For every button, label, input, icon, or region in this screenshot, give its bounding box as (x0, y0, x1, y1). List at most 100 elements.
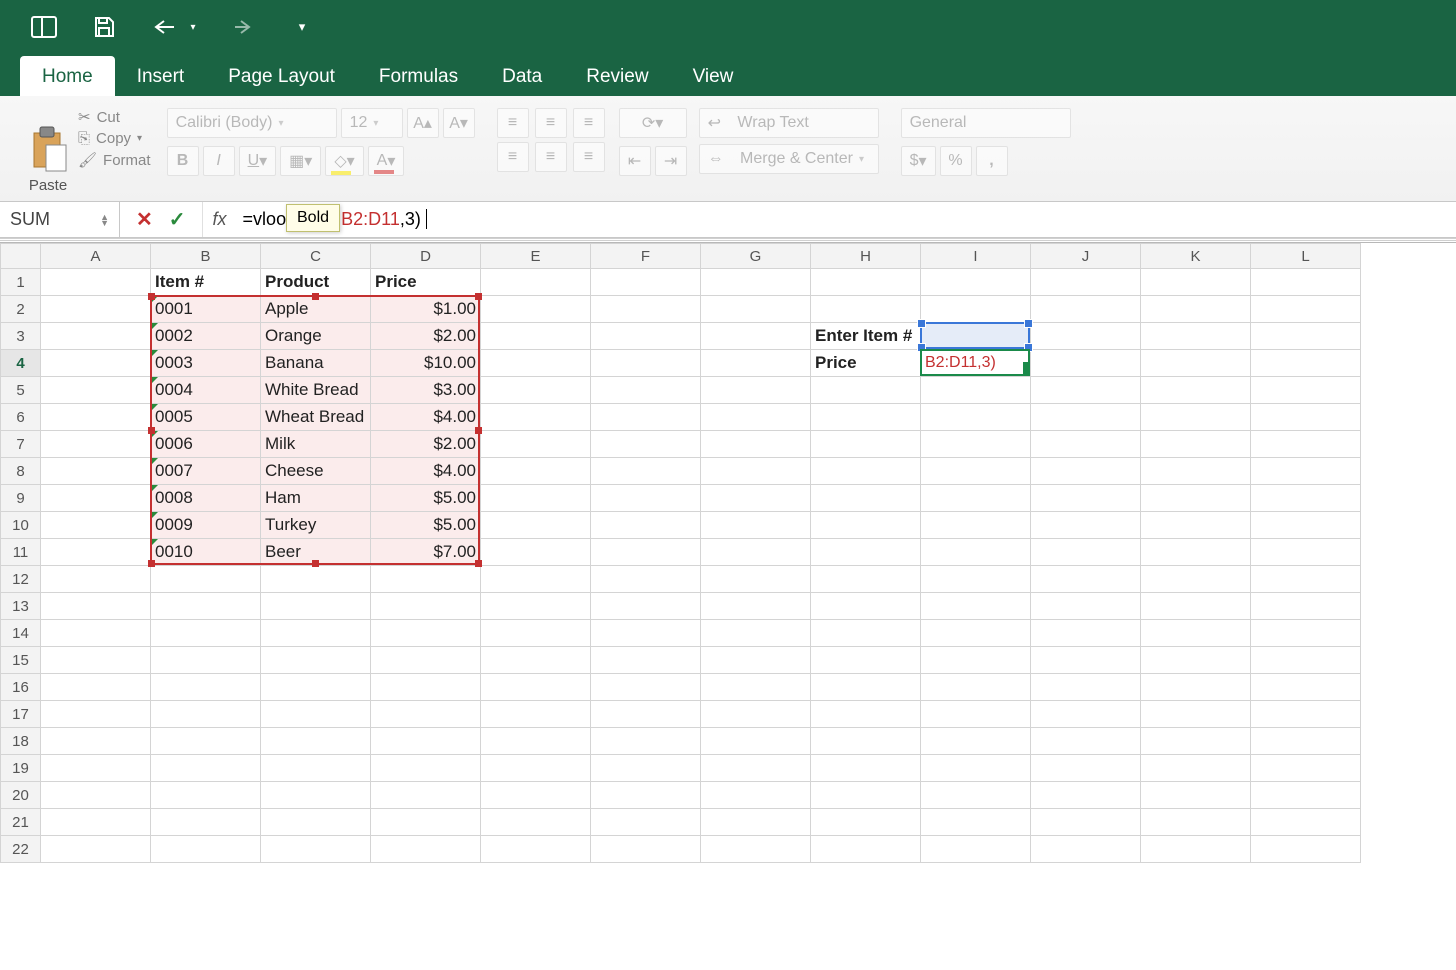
cell-B2[interactable]: 0001 (151, 296, 261, 323)
cell-I16[interactable] (921, 674, 1031, 701)
row-header-16[interactable]: 16 (1, 674, 41, 701)
cell-K9[interactable] (1141, 485, 1251, 512)
col-header-H[interactable]: H (811, 244, 921, 269)
orientation-button[interactable]: ⟳ ▾ (619, 108, 687, 138)
cell-A6[interactable] (41, 404, 151, 431)
cell-E14[interactable] (481, 620, 591, 647)
redo-icon[interactable] (226, 11, 258, 43)
cell-A13[interactable] (41, 593, 151, 620)
decrease-indent-button[interactable]: ⇤ (619, 146, 651, 176)
cell-L15[interactable] (1251, 647, 1361, 674)
cell-I1[interactable] (921, 269, 1031, 296)
cell-F18[interactable] (591, 728, 701, 755)
cell-E7[interactable] (481, 431, 591, 458)
col-header-G[interactable]: G (701, 244, 811, 269)
cell-H1[interactable] (811, 269, 921, 296)
align-right-button[interactable]: ≡ (573, 142, 605, 172)
cell-I3[interactable] (921, 323, 1031, 350)
cell-A17[interactable] (41, 701, 151, 728)
row-header-11[interactable]: 11 (1, 539, 41, 566)
cell-G11[interactable] (701, 539, 811, 566)
cell-B3[interactable]: 0002 (151, 323, 261, 350)
font-color-button[interactable]: A ▾ (368, 146, 405, 176)
cell-F13[interactable] (591, 593, 701, 620)
tab-formulas[interactable]: Formulas (357, 56, 480, 96)
cancel-formula-button[interactable]: ✕ (136, 207, 153, 232)
cell-A3[interactable] (41, 323, 151, 350)
cell-J8[interactable] (1031, 458, 1141, 485)
cell-G10[interactable] (701, 512, 811, 539)
copy-button[interactable]: ⎘Copy▾ (78, 130, 151, 147)
merge-center-button[interactable]: ⇔ Merge & Center▾ (699, 144, 879, 174)
spreadsheet-grid[interactable]: ABCDEFGHIJKL1Item #ProductPrice20001Appl… (0, 243, 1456, 863)
col-header-I[interactable]: I (921, 244, 1031, 269)
cell-C21[interactable] (261, 809, 371, 836)
cell-B18[interactable] (151, 728, 261, 755)
cell-E5[interactable] (481, 377, 591, 404)
col-header-K[interactable]: K (1141, 244, 1251, 269)
cell-H17[interactable] (811, 701, 921, 728)
cell-C14[interactable] (261, 620, 371, 647)
cell-K21[interactable] (1141, 809, 1251, 836)
cell-L18[interactable] (1251, 728, 1361, 755)
cell-F2[interactable] (591, 296, 701, 323)
cell-F17[interactable] (591, 701, 701, 728)
cell-H2[interactable] (811, 296, 921, 323)
cell-F16[interactable] (591, 674, 701, 701)
underline-button[interactable]: U ▾ (239, 146, 277, 176)
cell-G3[interactable] (701, 323, 811, 350)
cell-H11[interactable] (811, 539, 921, 566)
col-header-L[interactable]: L (1251, 244, 1361, 269)
cell-F7[interactable] (591, 431, 701, 458)
cell-F6[interactable] (591, 404, 701, 431)
cell-F20[interactable] (591, 782, 701, 809)
paste-button[interactable]: Paste (18, 102, 78, 194)
cell-D20[interactable] (371, 782, 481, 809)
cell-G15[interactable] (701, 647, 811, 674)
cell-B15[interactable] (151, 647, 261, 674)
cell-C13[interactable] (261, 593, 371, 620)
cell-J2[interactable] (1031, 296, 1141, 323)
cell-C18[interactable] (261, 728, 371, 755)
row-header-7[interactable]: 7 (1, 431, 41, 458)
cell-K16[interactable] (1141, 674, 1251, 701)
col-header-F[interactable]: F (591, 244, 701, 269)
cell-E11[interactable] (481, 539, 591, 566)
cell-K8[interactable] (1141, 458, 1251, 485)
cell-F10[interactable] (591, 512, 701, 539)
row-header-15[interactable]: 15 (1, 647, 41, 674)
cell-B12[interactable] (151, 566, 261, 593)
cell-G9[interactable] (701, 485, 811, 512)
cell-I11[interactable] (921, 539, 1031, 566)
cell-A5[interactable] (41, 377, 151, 404)
row-header-3[interactable]: 3 (1, 323, 41, 350)
cell-A8[interactable] (41, 458, 151, 485)
cell-D15[interactable] (371, 647, 481, 674)
cell-K22[interactable] (1141, 836, 1251, 863)
col-header-A[interactable]: A (41, 244, 151, 269)
cell-L13[interactable] (1251, 593, 1361, 620)
cell-L9[interactable] (1251, 485, 1361, 512)
cell-G13[interactable] (701, 593, 811, 620)
tab-insert[interactable]: Insert (115, 56, 207, 96)
cell-H3[interactable]: Enter Item # (811, 323, 921, 350)
cell-G20[interactable] (701, 782, 811, 809)
cell-F5[interactable] (591, 377, 701, 404)
cell-H4[interactable]: Price (811, 350, 921, 377)
cell-I18[interactable] (921, 728, 1031, 755)
cell-B16[interactable] (151, 674, 261, 701)
cell-A20[interactable] (41, 782, 151, 809)
cell-E3[interactable] (481, 323, 591, 350)
col-header-E[interactable]: E (481, 244, 591, 269)
wrap-text-button[interactable]: ↩ Wrap Text (699, 108, 879, 138)
cell-J4[interactable] (1031, 350, 1141, 377)
cell-B1[interactable]: Item # (151, 269, 261, 296)
cell-D5[interactable]: $3.00 (371, 377, 481, 404)
format-painter-button[interactable]: 🖌Format (78, 151, 151, 169)
cell-D6[interactable]: $4.00 (371, 404, 481, 431)
cell-K4[interactable] (1141, 350, 1251, 377)
cell-B8[interactable]: 0007 (151, 458, 261, 485)
enter-formula-button[interactable]: ✓ (169, 207, 186, 232)
align-middle-button[interactable]: ≡ (535, 108, 567, 138)
cell-K12[interactable] (1141, 566, 1251, 593)
